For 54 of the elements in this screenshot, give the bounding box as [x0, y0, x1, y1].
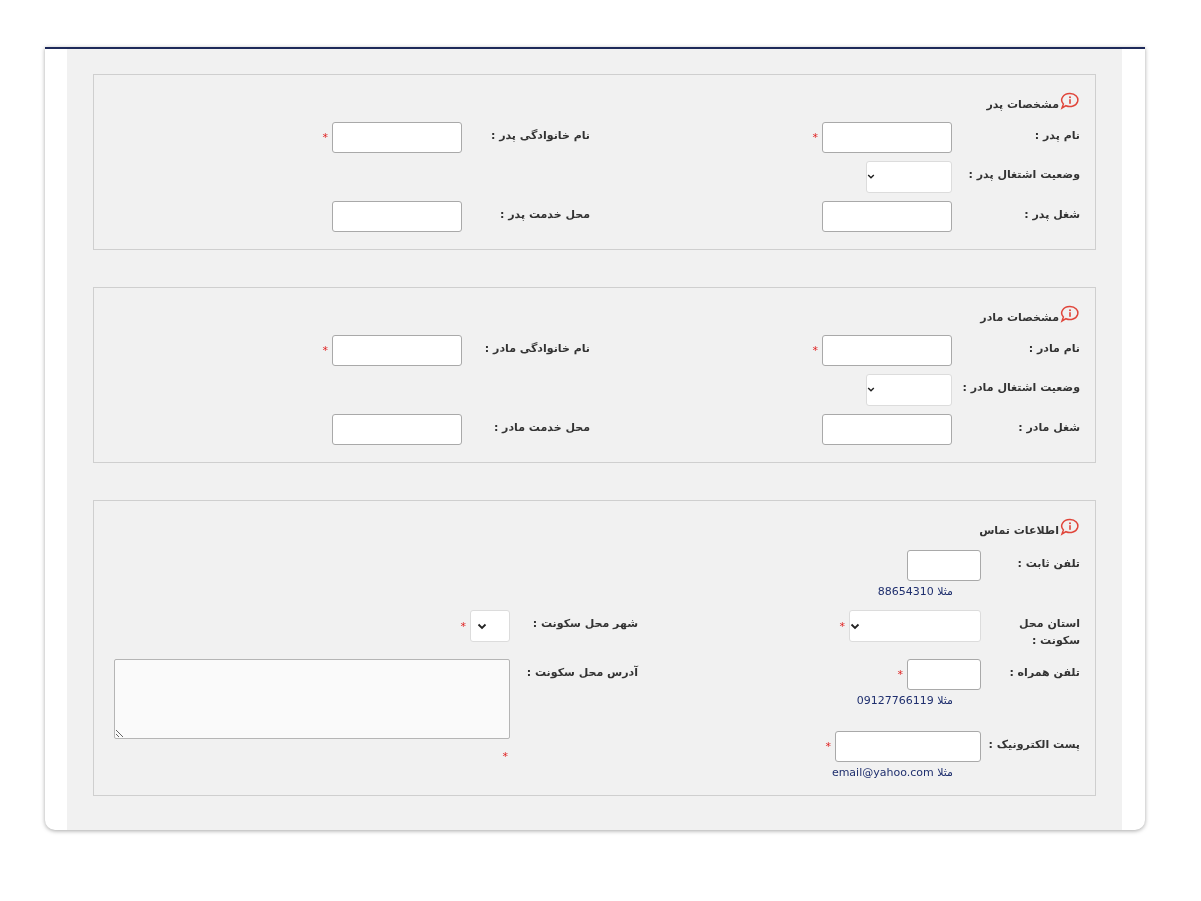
- email-input-field[interactable]: [835, 731, 981, 762]
- example-hint: مثلا email@yahoo.com: [831, 765, 954, 781]
- dropdown[interactable]: [849, 610, 981, 642]
- field-label: محل خدمت مادر :: [492, 419, 590, 436]
- required-mark: *: [322, 131, 328, 143]
- phone-input-field[interactable]: [907, 549, 981, 581]
- required-mark: *: [825, 741, 831, 752]
- section-title: اطلاعات تماس: [979, 523, 1059, 539]
- required-mark: *: [812, 344, 818, 356]
- field-label: نام خانوادگی پدر :: [489, 127, 590, 144]
- field-label: وضعیت اشتغال مادر :: [961, 379, 1080, 396]
- info-icon: [1060, 305, 1080, 324]
- text-input-field[interactable]: [332, 121, 462, 153]
- required-mark: *: [897, 669, 903, 680]
- text-input-field[interactable]: [822, 334, 952, 366]
- chevron-down-icon: [867, 173, 875, 180]
- field-label: وضعیت اشتغال پدر :: [967, 166, 1080, 183]
- field-label: شغل پدر :: [1023, 206, 1080, 223]
- text-input-field[interactable]: [332, 200, 462, 232]
- required-mark: *: [839, 620, 845, 632]
- field-label: نام خانوادگی مادر :: [483, 340, 590, 357]
- section-title: مشخصات مادر: [980, 310, 1059, 326]
- required-mark: *: [460, 620, 466, 632]
- text-input-field[interactable]: [822, 413, 952, 445]
- required-mark: *: [502, 750, 508, 763]
- info-icon: [1060, 518, 1080, 537]
- address-text-area[interactable]: [114, 659, 510, 739]
- required-mark: *: [322, 344, 328, 356]
- required-mark: *: [812, 131, 818, 143]
- dropdown[interactable]: [866, 373, 952, 406]
- field-label: شهر محل سکونت :: [531, 616, 638, 632]
- text-input-field[interactable]: [332, 334, 462, 366]
- field-label: محل خدمت پدر :: [499, 206, 590, 223]
- text-input-field[interactable]: [822, 121, 952, 153]
- field-label: تلفن همراه :: [1008, 665, 1080, 681]
- dropdown[interactable]: [470, 610, 510, 642]
- field-label: نام مادر :: [1027, 340, 1080, 357]
- example-hint: مثلا 88654310: [877, 583, 954, 600]
- text-input-field[interactable]: [332, 413, 462, 445]
- chevron-down-icon: [477, 622, 487, 630]
- phone-input-field[interactable]: [907, 659, 981, 690]
- chevron-down-icon: [867, 386, 875, 393]
- field-label: تلفن ثابت :: [1016, 555, 1080, 572]
- field-label: استان محل سکونت :: [1018, 616, 1080, 649]
- field-label: نام پدر :: [1033, 127, 1080, 144]
- section-title: مشخصات پدر: [986, 97, 1059, 113]
- example-hint: مثلا 09127766119: [856, 693, 954, 709]
- field-label: آدرس محل سکونت :: [525, 664, 638, 681]
- field-label: پست الکترونیک :: [987, 737, 1080, 753]
- field-label: شغل مادر :: [1017, 419, 1080, 436]
- dropdown[interactable]: [866, 160, 952, 193]
- info-icon: [1060, 92, 1080, 111]
- text-input-field[interactable]: [822, 200, 952, 232]
- chevron-down-icon: [850, 622, 860, 630]
